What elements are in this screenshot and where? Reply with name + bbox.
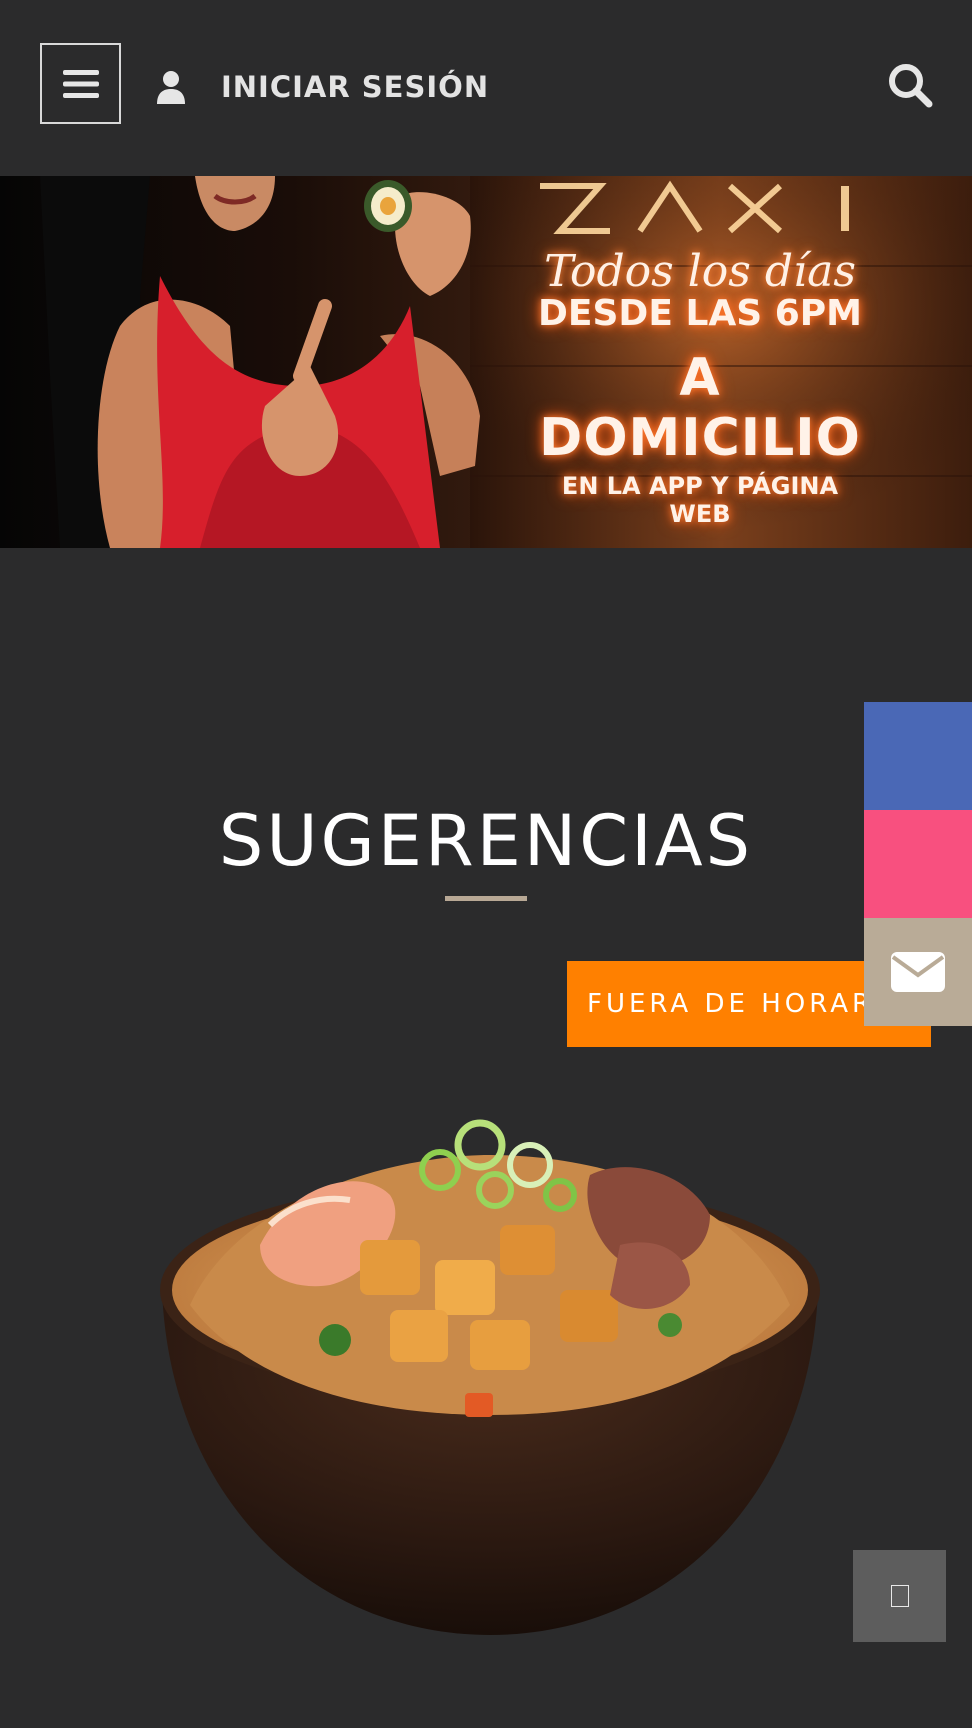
banner-line-4: EN LA APP Y PÁGINA WEB (561, 472, 839, 528)
title-underline (445, 896, 527, 901)
facebook-button[interactable] (864, 702, 972, 810)
login-link[interactable]: INICIAR SESIÓN (156, 70, 489, 104)
email-button[interactable] (864, 918, 972, 1026)
social-rail (864, 702, 972, 1026)
user-icon (157, 71, 185, 104)
banner-line-3: A DOMICILIO (539, 348, 861, 468)
banner-line-2: DESDE LAS 6PM (538, 293, 862, 334)
promo-banner[interactable]: Todos los días DESDE LAS 6PM A DOMICILIO… (0, 176, 972, 548)
site-header: INICIAR SESIÓN (0, 0, 972, 176)
menu-button[interactable] (40, 43, 121, 124)
section-title: SUGERENCIAS (218, 800, 754, 882)
banner-line-1: Todos los días (544, 246, 856, 297)
arrow-up-icon (890, 1585, 909, 1607)
hamburger-icon (62, 69, 99, 98)
banner-text: Todos los días DESDE LAS 6PM A DOMICILIO… (530, 246, 870, 528)
login-label: INICIAR SESIÓN (221, 70, 490, 104)
page: INICIAR SESIÓN Todos los días DESDE LAS … (0, 0, 972, 1728)
instagram-button[interactable] (864, 810, 972, 918)
back-to-top-button[interactable] (853, 1550, 946, 1642)
product-image[interactable] (150, 1075, 830, 1645)
envelope-icon (891, 952, 945, 992)
search-icon[interactable] (887, 62, 933, 108)
